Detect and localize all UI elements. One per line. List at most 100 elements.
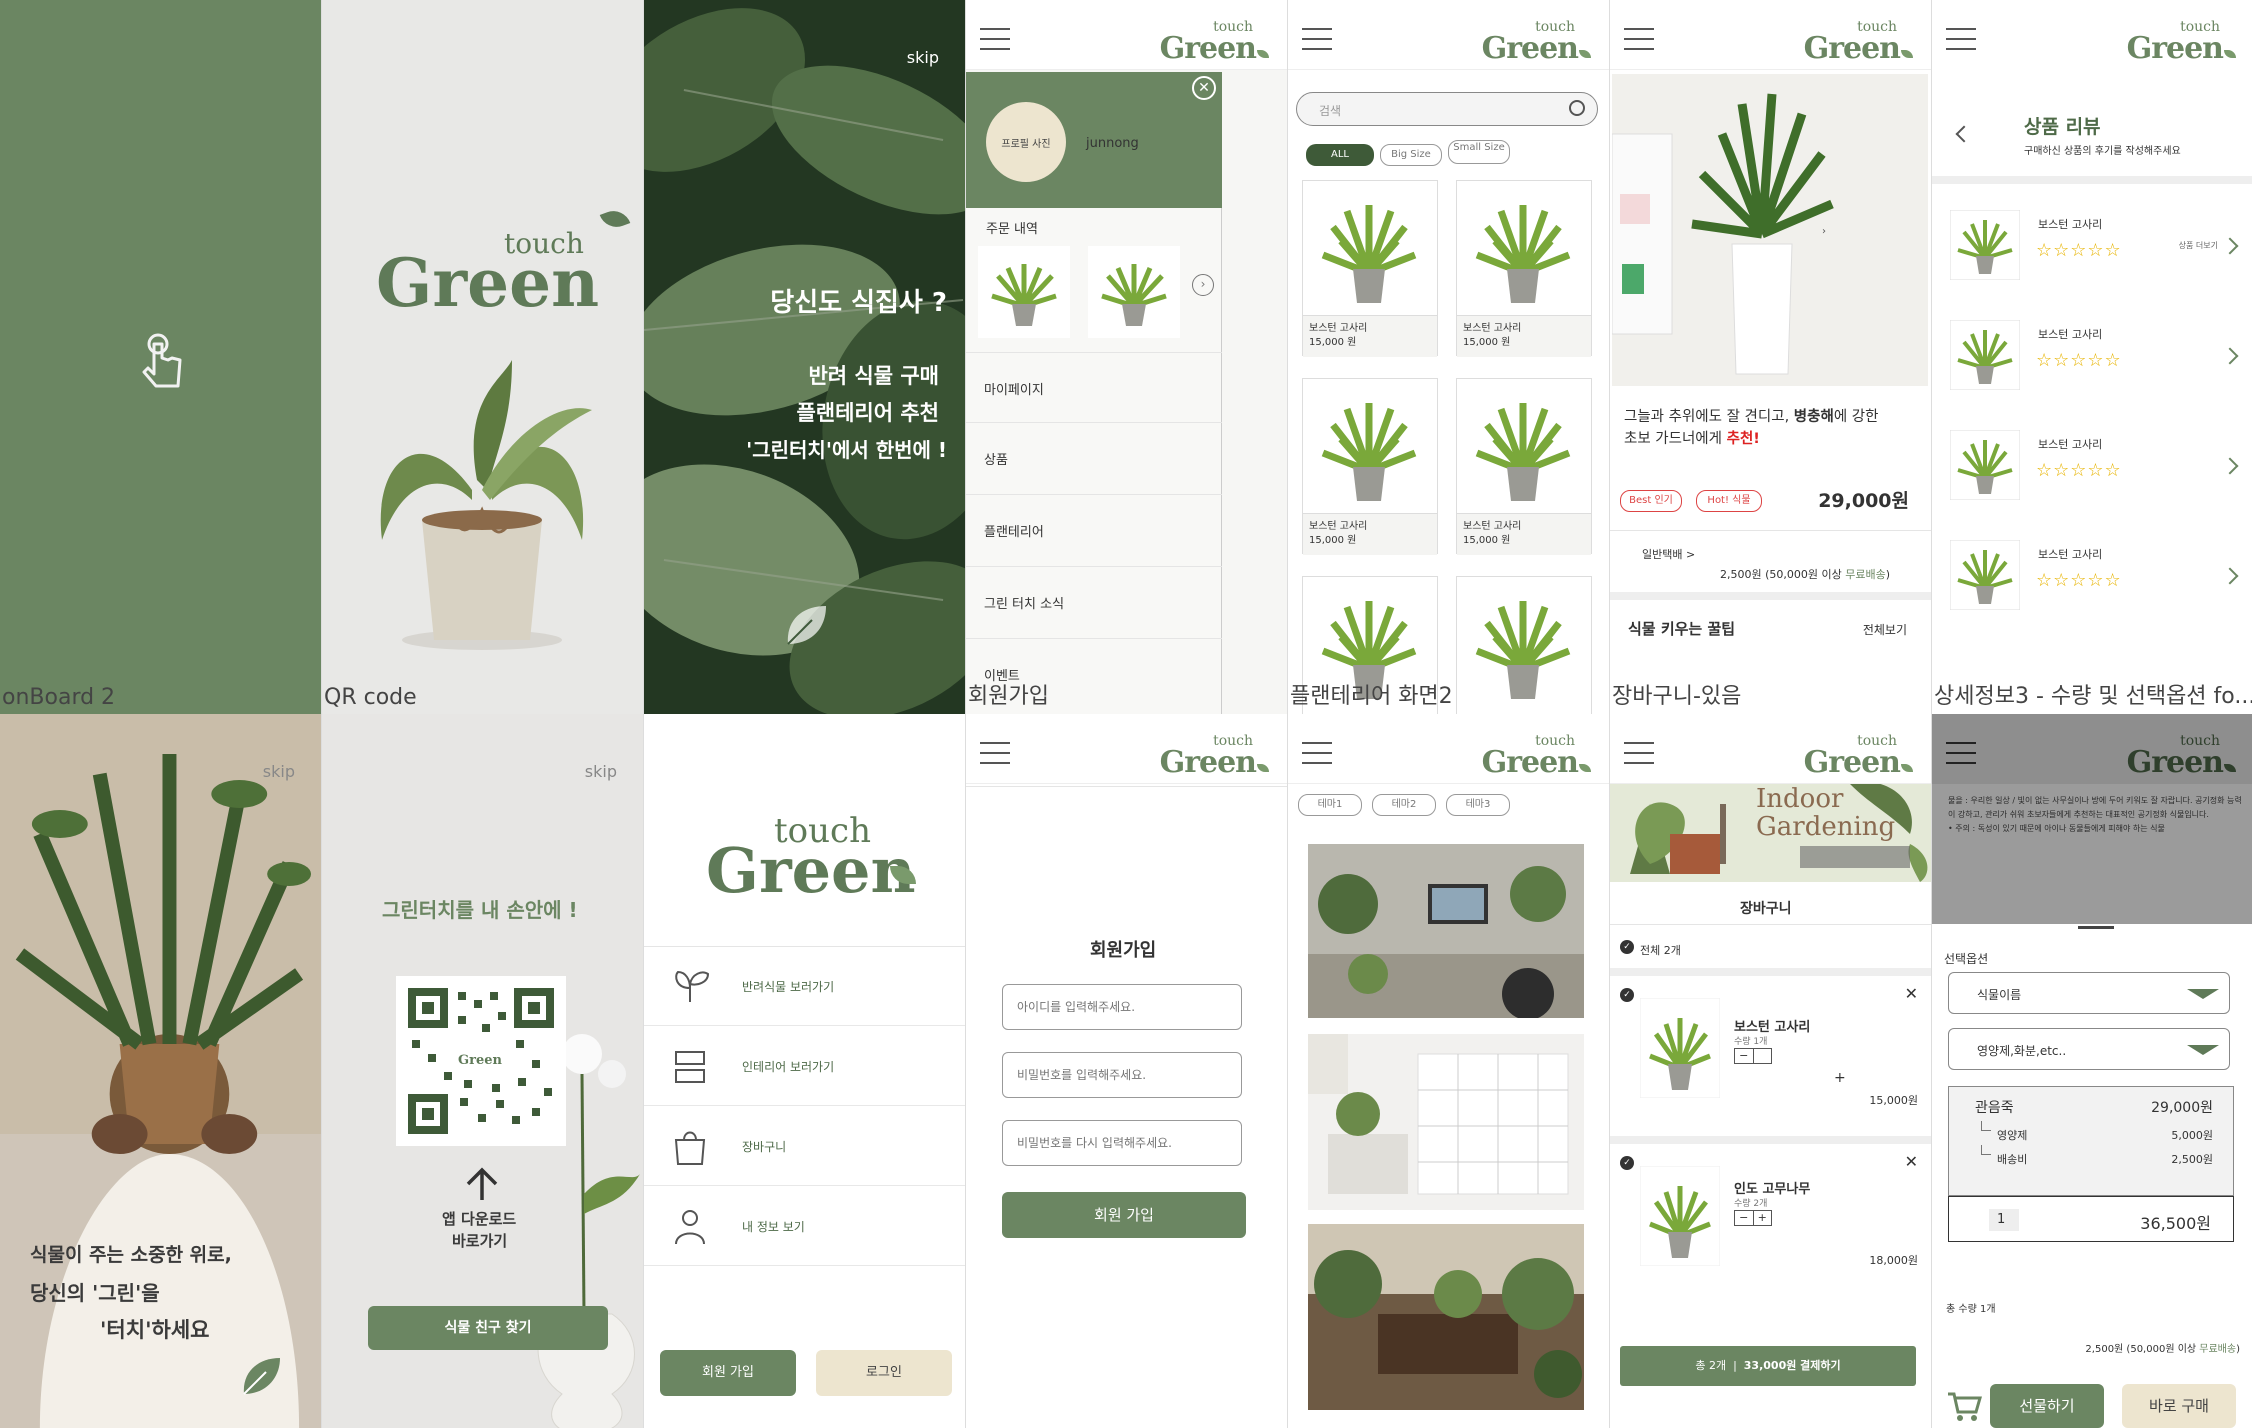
product-card[interactable]: 보스턴 고사리 15,000 원	[1302, 378, 1438, 555]
profile-panel: 프로필 사진 junnong ✕	[966, 72, 1222, 208]
product-card[interactable]: 보스턴 고사리 15,000 원	[1302, 180, 1438, 357]
chevron-right-icon[interactable]	[2221, 347, 2239, 365]
review-item[interactable]: 보스턴 고사리 ☆☆☆☆☆	[1932, 520, 2252, 630]
join-button[interactable]: 회원 가입	[660, 1350, 796, 1396]
filter-small[interactable]: Small Size	[1448, 140, 1510, 164]
password-confirm-field[interactable]	[1002, 1120, 1242, 1166]
svg-text:›: ›	[1822, 226, 1826, 237]
plant-select[interactable]: 식물이름	[1948, 972, 2230, 1014]
hamburger-icon[interactable]	[1946, 742, 1976, 764]
shipping-fee: 2,500원 (50,000원 이상 무료배송)	[2085, 1344, 2240, 1355]
item-checkbox[interactable]: ✓	[1620, 1156, 1634, 1170]
product-card[interactable]: 보스턴 고사리 15,000 원	[1456, 180, 1592, 357]
menu-item-news[interactable]: 그린 터치 소식	[966, 566, 1222, 638]
review-item[interactable]: 보스턴 고사리 ☆☆☆☆☆ 상품 더보기	[1932, 190, 2252, 300]
menu-item-mypage[interactable]: 마이페이지	[966, 352, 1222, 422]
rating-stars[interactable]: ☆☆☆☆☆	[2036, 350, 2122, 371]
quote-line2: 당신의 '그린'을	[30, 1281, 160, 1305]
fern-icon	[1475, 403, 1571, 501]
frame-label: 플랜테리어 화면2	[1290, 684, 1453, 709]
qr-code[interactable]: Green	[396, 976, 566, 1146]
product-price: 15,000 원	[1463, 337, 1511, 348]
review-item[interactable]: 보스턴 고사리 ☆☆☆☆☆	[1932, 410, 2252, 520]
tips-more-link[interactable]: 전체보기	[1863, 621, 1907, 638]
home-menu-item[interactable]: 인테리어 보러가기	[644, 1026, 965, 1106]
extra-select[interactable]: 영양제,화분,etc..	[1948, 1028, 2230, 1070]
sheet-handle[interactable]	[2078, 926, 2114, 929]
search-icon[interactable]	[1569, 100, 1585, 116]
product-price: 15,000 원	[1463, 535, 1511, 546]
theme-photo-shelf[interactable]	[1308, 1034, 1584, 1210]
review-item[interactable]: 보스턴 고사리 ☆☆☆☆☆	[1932, 300, 2252, 410]
profile-photo[interactable]: 프로필 사진	[986, 102, 1066, 182]
theme-tab-3[interactable]: 테마3	[1446, 794, 1510, 816]
gift-button[interactable]: 선물하기	[1990, 1384, 2104, 1428]
login-button[interactable]: 로그인	[816, 1350, 952, 1396]
theme-photo-living[interactable]	[1308, 1224, 1584, 1410]
hamburger-icon[interactable]	[1302, 742, 1332, 764]
buy-now-button[interactable]: 바로 구매	[2122, 1384, 2236, 1428]
find-plant-button[interactable]: 식물 친구 찾기	[368, 1306, 608, 1350]
menu-item-planterior[interactable]: 플랜테리어	[966, 494, 1222, 566]
rating-stars[interactable]: ☆☆☆☆☆	[2036, 570, 2122, 591]
section-divider	[1610, 592, 1931, 600]
frame-label: QR code	[324, 685, 417, 710]
product-name: 보스턴 고사리	[1309, 521, 1368, 532]
filter-all[interactable]: ALL	[1306, 144, 1374, 166]
quantity-stepper[interactable]: − +	[1734, 1210, 1772, 1226]
menu-item-products[interactable]: 상품	[966, 422, 1222, 494]
hamburger-icon[interactable]	[1624, 742, 1654, 764]
skip-link[interactable]: skip	[907, 48, 939, 67]
frame-plantlist: touch Green 검색 ALL Big Size Small Size 보스…	[1288, 0, 1610, 714]
chevron-right-icon[interactable]	[2221, 567, 2239, 585]
theme-tab-2[interactable]: 테마2	[1372, 794, 1436, 816]
signup-button[interactable]: 회원 가입	[1002, 1192, 1246, 1238]
item-checkbox[interactable]: ✓	[1620, 988, 1634, 1002]
theme-photo-office[interactable]	[1308, 844, 1584, 1018]
filter-big[interactable]: Big Size	[1380, 144, 1442, 166]
back-icon[interactable]	[1955, 125, 1973, 143]
hamburger-icon[interactable]	[980, 742, 1010, 764]
order-thumb[interactable]	[978, 246, 1070, 338]
id-field[interactable]	[1002, 984, 1242, 1030]
chevron-right-icon[interactable]	[2221, 237, 2239, 255]
select-all-checkbox[interactable]: ✓	[1620, 940, 1634, 954]
indoor-gardening-banner[interactable]: Indoor Gardening	[1610, 774, 1931, 882]
remove-item-icon[interactable]: ✕	[1905, 1152, 1918, 1171]
hamburger-icon[interactable]	[980, 28, 1010, 50]
shipping-method[interactable]: 일반택배 >	[1642, 546, 1695, 562]
rating-stars[interactable]: ☆☆☆☆☆	[2036, 460, 2122, 481]
home-menu-item[interactable]: 내 정보 보기	[644, 1186, 965, 1266]
skip-link[interactable]: skip	[263, 762, 295, 781]
quantity-stepper[interactable]: −	[1734, 1048, 1772, 1064]
frame-quote: skip 식물이 주는 소중한 위로, 당신의 '그린'을 '터치'하세요	[0, 714, 322, 1428]
rating-stars[interactable]: ☆☆☆☆☆	[2036, 240, 2122, 261]
frame-intro: skip 당신도 식집사 ? 반려 식물 구매 플랜테리어 추천 '그린터치'에…	[644, 0, 966, 714]
total-quantity: 총 수량 1개	[1946, 1304, 1996, 1315]
fern-icon	[1475, 205, 1571, 303]
product-description: 그늘과 추위에도 잘 견디고, 병충해에 강한 초보 가드너에게 추천!	[1624, 409, 1879, 447]
option-section-title: 선택옵션	[1944, 952, 1989, 966]
frame-qrcode: touch Green QR code	[322, 0, 644, 714]
quantity-field[interactable]: 1	[1989, 1209, 2019, 1231]
search-input[interactable]: 검색	[1296, 92, 1598, 126]
skip-link[interactable]: skip	[585, 762, 617, 781]
hamburger-icon[interactable]	[1302, 28, 1332, 50]
product-card[interactable]	[1456, 576, 1592, 714]
remove-item-icon[interactable]: ✕	[1905, 984, 1918, 1003]
theme-tab-1[interactable]: 테마1	[1298, 794, 1362, 816]
hamburger-icon[interactable]	[1624, 28, 1654, 50]
order-thumb[interactable]	[1088, 246, 1180, 338]
next-orders-icon[interactable]: ›	[1192, 274, 1214, 296]
cart-icon[interactable]	[1946, 1390, 1982, 1422]
chevron-right-icon[interactable]	[2221, 457, 2239, 475]
hamburger-icon[interactable]	[1946, 28, 1976, 50]
checkout-button[interactable]: 총 2개 | 33,000원 결제하기	[1620, 1346, 1916, 1386]
add-option-icon[interactable]: +	[1834, 1070, 1846, 1086]
close-icon[interactable]: ✕	[1192, 76, 1216, 100]
home-menu-item[interactable]: 반려식물 보러가기	[644, 946, 965, 1026]
password-field[interactable]	[1002, 1052, 1242, 1098]
product-card[interactable]: 보스턴 고사리 15,000 원	[1456, 378, 1592, 555]
more-products-link[interactable]: 상품 더보기	[2179, 240, 2218, 251]
home-menu-item[interactable]: 장바구니	[644, 1106, 965, 1186]
